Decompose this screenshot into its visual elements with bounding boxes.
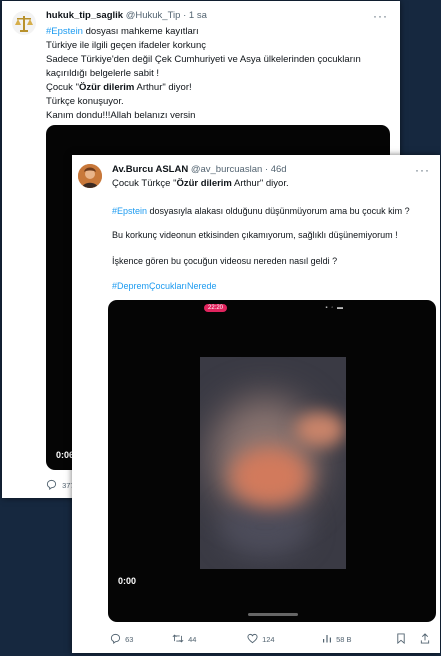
tweet-text-line: #Epstein dosyasıyla alakası olduğunu düş… [112,206,410,216]
retweet-button[interactable]: 44 [172,633,196,644]
tweet-header: Av.Burcu ASLAN @av_burcuaslan · 46d [112,164,287,175]
tweet-text-line: kaçırıldığı belgelerle sabit ! [46,68,160,79]
timestamp[interactable]: 46d [271,164,287,175]
display-name[interactable]: hukuk_tip_saglik [46,10,123,21]
more-options-icon[interactable]: ··· [415,163,430,177]
blurred-video-frame [200,357,346,569]
reply-count: 63 [125,635,134,644]
tweet-text-line: #Epstein dosyası mahkeme kayıtları [46,26,199,37]
tweet-text-line: Çocuk Türkçe "Özür dilerim Arthur" diyor… [112,178,289,189]
more-options-icon[interactable]: ··· [373,9,388,23]
phone-status-icons: ▪ ◦ ▬ [325,305,344,311]
timestamp[interactable]: 1 sa [189,10,207,21]
handle[interactable]: @Hukuk_Tip [126,10,181,21]
tweet-actions: 63 44 124 58 B [110,633,434,647]
retweet-icon [172,634,184,643]
video-player[interactable]: 22:20 ▪ ◦ ▬ 0:00 [108,300,436,622]
views-icon [323,635,331,643]
tweet-text-line: Çocuk "Özür dilerim Arthur" diyor! [46,82,192,93]
tweet-text-line: Bu korkunç videonun etkisinden çıkamıyor… [112,230,398,240]
reply-icon [46,479,57,490]
scales-logo-icon [15,16,33,32]
reply-button[interactable]: 377 [46,479,75,490]
like-count: 124 [262,635,275,644]
share-icon [420,633,430,644]
hashtag-link[interactable]: #Epstein [112,206,147,216]
tweet-card-2[interactable]: Av.Burcu ASLAN @av_burcuaslan · 46d ··· … [72,155,440,653]
display-name[interactable]: Av.Burcu ASLAN [112,164,188,175]
reply-button[interactable]: 63 [110,633,133,644]
tweet-text-line: İşkence gören bu çocuğun videosu nereden… [112,256,338,266]
recording-clock-badge: 22:20 [204,304,228,312]
avatar[interactable] [12,11,36,35]
tweet-text-line: Türkiye ile ilgili geçen ifadeler korkun… [46,40,206,51]
share-button[interactable] [420,633,430,644]
separator-dot: · [264,164,269,175]
retweet-count: 44 [188,635,197,644]
home-indicator [248,613,298,616]
avatar[interactable] [78,164,102,188]
bookmark-icon [397,633,405,645]
tweet-header: hukuk_tip_saglik @Hukuk_Tip · 1 sa [46,10,207,21]
tweet-text-line: Türkçe konuşuyor. [46,96,124,107]
handle[interactable]: @av_burcuaslan [191,164,262,175]
tweet-text-line: Sadece Türkiye'den değil Çek Cumhuriyeti… [46,54,361,65]
separator-dot: · [183,10,187,21]
profile-photo-icon [78,164,102,188]
hashtag-link[interactable]: #Epstein [46,26,83,37]
views-count: 58 B [336,635,352,644]
reply-icon [110,633,121,644]
hashtag-link[interactable]: #DepremÇocuklarıNerede [112,281,217,291]
video-duration: 0:00 [118,576,137,586]
views-button[interactable]: 58 B [322,633,352,644]
tweet-text-line: #DepremÇocuklarıNerede [112,280,217,293]
bookmark-button[interactable] [396,633,406,645]
heart-icon [247,633,258,644]
like-button[interactable]: 124 [247,633,275,644]
tweet-text-line: Kanım dondu!!!Allah belanızı versin [46,110,196,121]
